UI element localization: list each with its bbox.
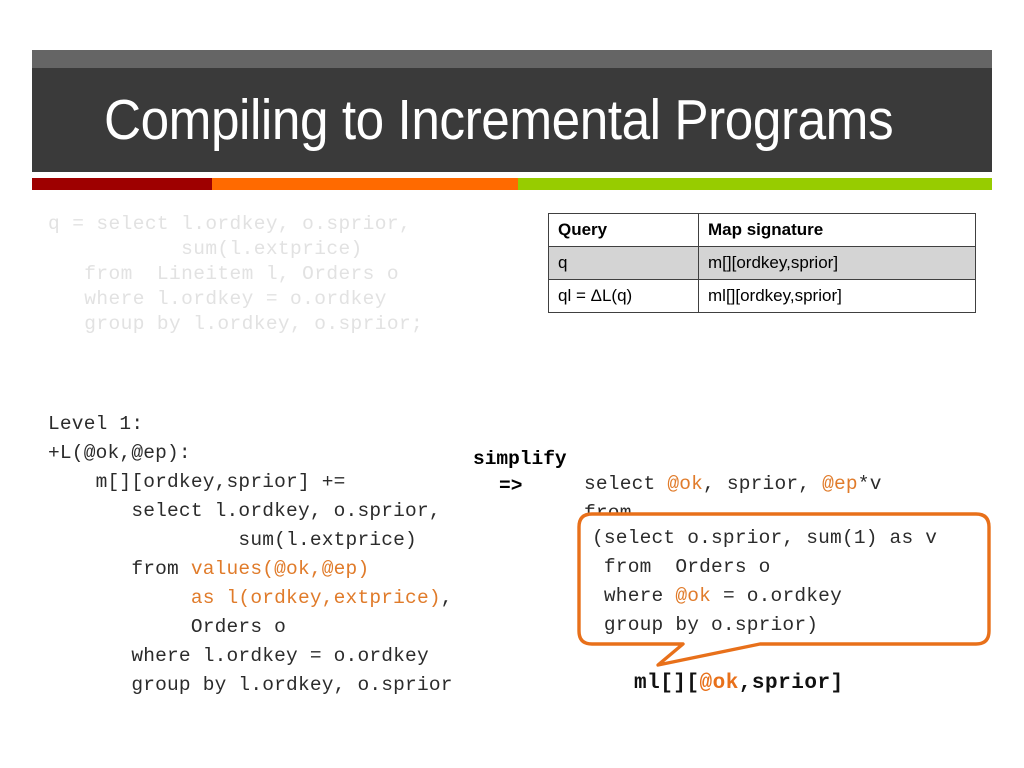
- code-line-as-indent: [48, 587, 191, 609]
- callout-line-2: from Orders o: [592, 556, 771, 578]
- code-line-delta: +L(@ok,@ep):: [48, 442, 191, 464]
- slide-canvas: Compiling to Incremental Programs q = se…: [0, 0, 1024, 768]
- title-gray-accent-bar: [32, 50, 992, 68]
- simplify-arrow: =>: [499, 475, 523, 497]
- code-highlight-values: values(@ok,@ep): [190, 558, 370, 580]
- level-1-incremental-code: Level 1: +L(@ok,@ep): m[][ordkey,sprior]…: [48, 410, 453, 700]
- result-select-suffix: *v: [857, 473, 882, 495]
- table-row: ql = ΔL(q) ml[][ordkey,sprior]: [548, 279, 976, 313]
- accent-segment-green: [518, 178, 992, 190]
- map-signature-label: ml[][@ok,sprior]: [634, 672, 844, 695]
- cell-signature: ml[][ordkey,sprior]: [698, 279, 976, 313]
- accent-segment-orange: [212, 178, 518, 190]
- faded-original-query: q = select l.ordkey, o.sprior, sum(l.ext…: [48, 213, 424, 335]
- title-banner: Compiling to Incremental Programs: [32, 68, 992, 172]
- result-select-prefix: select: [584, 473, 668, 495]
- column-header-map-signature: Map signature: [698, 213, 976, 247]
- label-highlight-ok: @ok: [699, 672, 739, 695]
- simplify-annotation: simplify =>: [473, 446, 567, 500]
- result-highlight-ok: @ok: [667, 473, 704, 495]
- code-line-level: Level 1:: [48, 413, 144, 435]
- simplify-label: simplify: [473, 448, 567, 470]
- code-line-select: select l.ordkey, o.sprior,: [48, 500, 441, 522]
- column-header-query: Query: [548, 213, 699, 247]
- code-line-sum: sum(l.extprice): [48, 529, 417, 551]
- result-highlight-ep: @ep: [822, 473, 858, 495]
- code-line-map-update: m[][ordkey,sprior] +=: [48, 471, 346, 493]
- code-line-group-by: group by l.ordkey, o.sprior: [48, 674, 453, 696]
- callout-highlight-ok: @ok: [675, 585, 712, 607]
- label-suffix: ,sprior]: [738, 672, 844, 695]
- code-line-where: where l.ordkey = o.ordkey: [48, 645, 429, 667]
- table-header-row: Query Map signature: [548, 213, 976, 247]
- code-line-as-comma: ,: [440, 587, 453, 609]
- table-row: q m[][ordkey,sprior]: [548, 246, 976, 280]
- callout-line-3-prefix: where: [592, 585, 676, 607]
- code-highlight-as-alias: as l(ordkey,extprice): [190, 587, 441, 609]
- accent-color-bar: [32, 178, 992, 190]
- code-line-orders: Orders o: [48, 616, 287, 638]
- map-signature-table: Query Map signature q m[][ordkey,sprior]…: [548, 213, 976, 313]
- page-title: Compiling to Incremental Programs: [104, 88, 894, 152]
- cell-query: q: [548, 246, 699, 280]
- cell-signature: m[][ordkey,sprior]: [698, 246, 976, 280]
- callout-line-1: (select o.sprior, sum(1) as v: [592, 527, 938, 549]
- label-prefix: ml[][: [634, 672, 700, 695]
- callout-line-3-suffix: = o.ordkey: [711, 585, 842, 607]
- cell-query: ql = ΔL(q): [548, 279, 699, 313]
- callout-subquery-code: (select o.sprior, sum(1) as v from Order…: [592, 524, 937, 640]
- callout-line-4: group by o.sprior): [592, 614, 819, 636]
- accent-segment-red: [32, 178, 212, 190]
- result-select-mid: , sprior,: [703, 473, 823, 495]
- code-line-from-prefix: from: [48, 558, 191, 580]
